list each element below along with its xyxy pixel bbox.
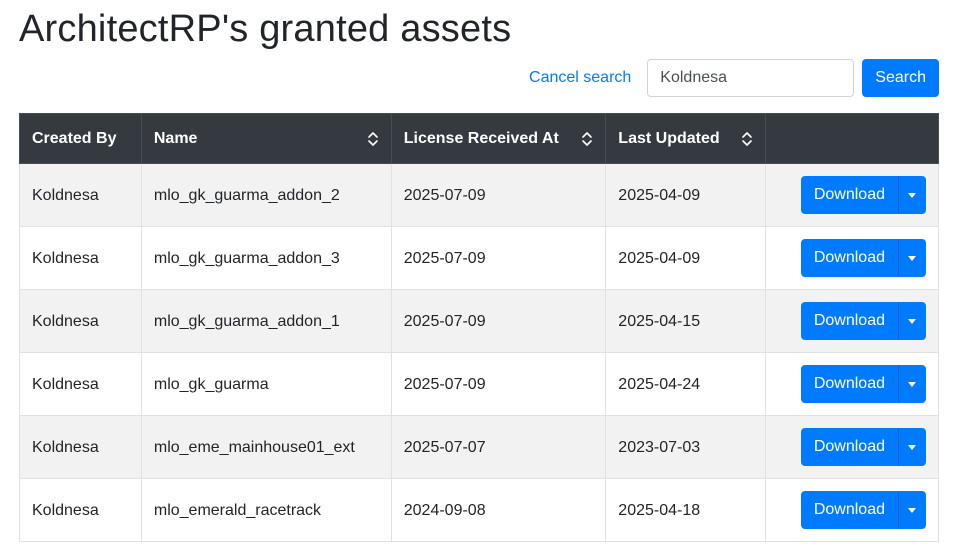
column-label: License Received At (403, 129, 559, 147)
column-header-last-updated[interactable]: Last Updated (605, 113, 767, 164)
search-button[interactable]: Search (862, 59, 939, 97)
download-dropdown-toggle[interactable] (898, 302, 926, 340)
download-button[interactable]: Download (800, 428, 898, 466)
caret-down-icon (908, 381, 916, 387)
column-header-created-by: Created By (19, 113, 142, 164)
cell-created-by: Koldnesa (19, 415, 142, 479)
assets-table: Created By Name License Received At Last… (19, 113, 939, 542)
column-header-actions (765, 113, 939, 164)
cell-license-received-at: 2025-07-09 (390, 289, 607, 353)
table-row: Koldnesa mlo_gk_guarma_addon_3 2025-07-09 2… (19, 226, 939, 290)
column-header-name[interactable]: Name (140, 113, 392, 164)
table-row: Koldnesa mlo_gk_guarma 2025-07-09 2025-04-2… (19, 352, 939, 416)
cell-last-updated: 2025-04-15 (605, 289, 767, 353)
cell-name: mlo_emerald_racetrack (140, 478, 392, 542)
cell-last-updated: 2023-07-03 (605, 415, 767, 479)
cell-license-received-at: 2024-09-08 (390, 478, 607, 542)
cell-last-updated: 2025-04-24 (605, 352, 767, 416)
caret-down-icon (908, 192, 916, 198)
cell-last-updated: 2025-04-09 (605, 163, 767, 227)
cell-actions: Download (765, 478, 939, 542)
cancel-search-link[interactable]: Cancel search (529, 69, 631, 87)
download-dropdown-toggle[interactable] (898, 428, 926, 466)
table-row: Koldnesa mlo_gk_guarma_addon_1 2025-07-09 2… (19, 289, 939, 353)
cell-actions: Download (765, 289, 939, 353)
sort-icon[interactable] (367, 131, 379, 147)
search-bar: Cancel search Search (529, 59, 939, 97)
column-header-license-received-at[interactable]: License Received At (390, 113, 607, 164)
caret-down-icon (908, 507, 916, 513)
table-row: Koldnesa mlo_emerald_racetrack 2024-09-08 2… (19, 478, 939, 542)
cell-created-by: Koldnesa (19, 289, 142, 353)
caret-down-icon (908, 444, 916, 450)
download-dropdown-toggle[interactable] (898, 491, 926, 529)
cell-created-by: Koldnesa (19, 352, 142, 416)
column-label: Last Updated (618, 129, 720, 147)
cell-actions: Download (765, 352, 939, 416)
page: ArchitectRP's granted assets Cancel sear… (0, 0, 962, 559)
download-button-group: Download (800, 428, 926, 466)
cell-name: mlo_gk_guarma_addon_2 (140, 163, 392, 227)
download-dropdown-toggle[interactable] (898, 176, 926, 214)
cell-last-updated: 2025-04-18 (605, 478, 767, 542)
search-input[interactable] (647, 59, 855, 97)
table-row: Koldnesa mlo_gk_guarma_addon_2 2025-07-09 2… (19, 163, 939, 227)
cell-name: mlo_gk_guarma_addon_1 (140, 289, 392, 353)
cell-created-by: Koldnesa (19, 478, 142, 542)
cell-actions: Download (765, 163, 939, 227)
cell-license-received-at: 2025-07-07 (390, 415, 607, 479)
cell-name: mlo_gk_guarma_addon_3 (140, 226, 392, 290)
download-button[interactable]: Download (800, 176, 898, 214)
cell-created-by: Koldnesa (19, 163, 142, 227)
download-button-group: Download (800, 491, 926, 529)
cell-license-received-at: 2025-07-09 (390, 226, 607, 290)
sort-icon[interactable] (581, 131, 593, 147)
cell-name: mlo_eme_mainhouse01_ext (140, 415, 392, 479)
cell-license-received-at: 2025-07-09 (390, 163, 607, 227)
cell-last-updated: 2025-04-09 (605, 226, 767, 290)
download-button[interactable]: Download (800, 365, 898, 403)
table-row: Koldnesa mlo_eme_mainhouse01_ext 2025-07-0… (19, 415, 939, 479)
cell-actions: Download (765, 415, 939, 479)
download-button[interactable]: Download (800, 239, 898, 277)
download-button-group: Download (800, 239, 926, 277)
cell-name: mlo_gk_guarma (140, 352, 392, 416)
caret-down-icon (908, 255, 916, 261)
column-label: Created By (32, 129, 117, 147)
download-dropdown-toggle[interactable] (898, 239, 926, 277)
cell-actions: Download (765, 226, 939, 290)
download-button[interactable]: Download (800, 491, 898, 529)
cell-license-received-at: 2025-07-09 (390, 352, 607, 416)
download-button-group: Download (800, 302, 926, 340)
cell-created-by: Koldnesa (19, 226, 142, 290)
sort-icon[interactable] (741, 131, 753, 147)
download-dropdown-toggle[interactable] (898, 365, 926, 403)
column-label: Name (153, 129, 198, 147)
caret-down-icon (908, 318, 916, 324)
download-button[interactable]: Download (800, 302, 898, 340)
download-button-group: Download (800, 176, 926, 214)
page-title: ArchitectRP's granted assets (19, 8, 512, 50)
download-button-group: Download (800, 365, 926, 403)
table-header-row: Created By Name License Received At Last… (19, 113, 939, 164)
